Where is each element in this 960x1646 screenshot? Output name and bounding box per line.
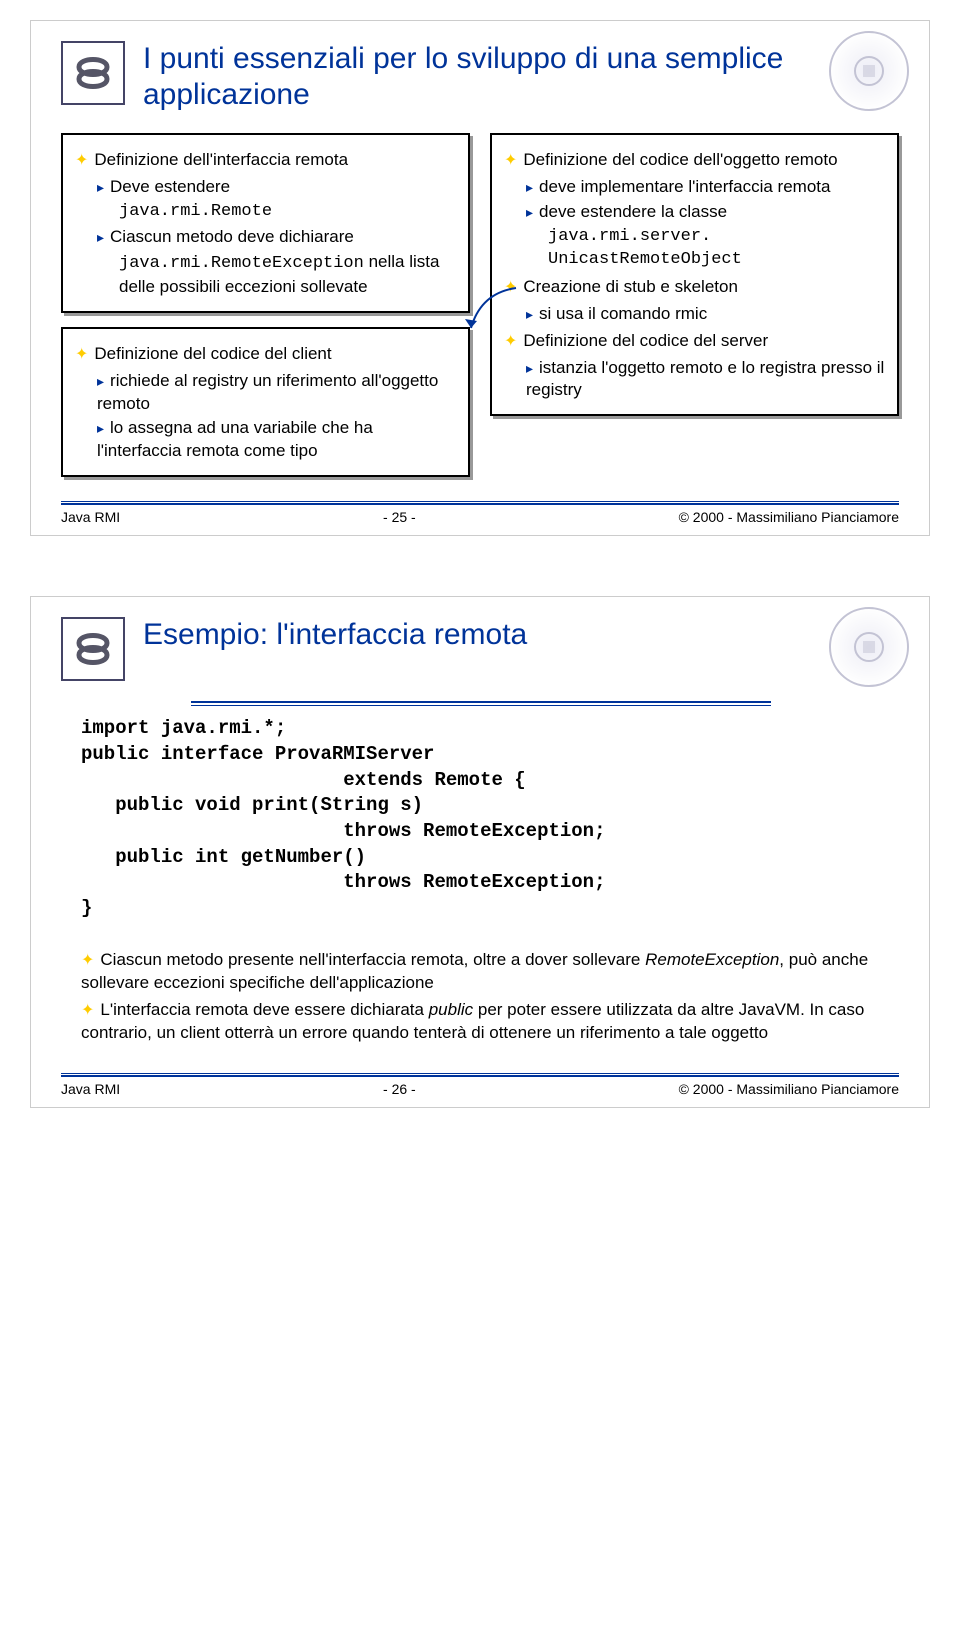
item: ▸istanzia l'oggetto remoto e lo registra… <box>526 357 885 403</box>
footer-center: - 25 - <box>383 509 416 525</box>
rule <box>191 701 771 703</box>
slide-title: Esempio: l'interfaccia remota <box>143 617 899 653</box>
star-icon: ✦ <box>81 1002 94 1019</box>
star-icon: ✦ <box>81 952 94 969</box>
text: Definizione dell'interfaccia remota <box>94 150 348 169</box>
text: deve estendere la classe <box>539 202 727 221</box>
text: Definizione del codice dell'oggetto remo… <box>523 150 837 169</box>
slide-title: I punti essenziali per lo sviluppo di un… <box>143 41 899 113</box>
text: Creazione di stub e skeleton <box>523 277 738 296</box>
arrow-icon: ▸ <box>97 373 104 389</box>
text: lo assegna ad una variabile che ha l'int… <box>97 418 373 460</box>
text: richiede al registry un riferimento all'… <box>97 371 438 413</box>
item: ▸lo assegna ad una variabile che ha l'in… <box>97 417 456 463</box>
arrow-icon: ▸ <box>97 420 104 436</box>
text: deve implementare l'interfaccia remota <box>539 177 830 196</box>
item: ▸richiede al registry un riferimento all… <box>97 370 456 416</box>
slide-2: Esempio: l'interfaccia remota import jav… <box>30 596 930 1108</box>
box-client-def: ✦Definizione del codice del client ▸rich… <box>61 327 470 478</box>
code-block: import java.rmi.*; public interface Prov… <box>81 716 899 921</box>
arrow-icon: ▸ <box>97 179 104 195</box>
arrow-icon: ▸ <box>526 179 533 195</box>
item: ▸ si usa il comando rmic <box>526 303 885 326</box>
footer-right: © 2000 - Massimiliano Pianciamore <box>679 509 899 525</box>
slide-footer: Java RMI - 26 - © 2000 - Massimiliano Pi… <box>61 1075 899 1097</box>
code: java.rmi.Remote <box>119 201 456 224</box>
slide-header: Esempio: l'interfaccia remota <box>61 617 899 681</box>
right-column: ✦ Definizione del codice dell'oggetto rem… <box>490 133 899 491</box>
star-icon: ✦ <box>504 152 517 169</box>
text: istanzia l'oggetto remoto e lo registra … <box>526 358 884 400</box>
text: Definizione del codice del client <box>94 344 331 363</box>
bullet-item: ✦ L'interfaccia remota deve essere dichia… <box>81 999 879 1045</box>
item: ▸ Deve estendere <box>97 176 456 199</box>
arrow-icon: ▸ <box>526 204 533 220</box>
seal-icon <box>829 607 909 687</box>
footer-left: Java RMI <box>61 1081 120 1097</box>
item: java.rmi.RemoteException nella lista del… <box>119 251 456 299</box>
seal-icon <box>829 31 909 111</box>
heading: ✦ Definizione dell'interfaccia remota <box>75 149 456 172</box>
footer-left: Java RMI <box>61 509 120 525</box>
code: java.rmi.RemoteException <box>119 254 364 273</box>
star-icon: ✦ <box>75 346 88 363</box>
box-remote-obj: ✦ Definizione del codice dell'oggetto rem… <box>490 133 899 416</box>
text-italic: public <box>429 1000 473 1019</box>
bullet-item: ✦ Ciascun metodo presente nell'interfacci… <box>81 949 879 995</box>
content-columns: ✦ Definizione dell'interfaccia remota ▸ De… <box>61 133 899 491</box>
left-column: ✦ Definizione dell'interfaccia remota ▸ De… <box>61 133 470 491</box>
heading: ✦Creazione di stub e skeleton <box>504 276 885 299</box>
text: Definizione del codice del server <box>523 331 768 350</box>
item: ▸ deve implementare l'interfaccia remota <box>526 176 885 199</box>
text-italic: RemoteException <box>645 950 779 969</box>
item: ▸ Ciascun metodo deve dichiarare <box>97 226 456 249</box>
slide-header: I punti essenziali per lo sviluppo di un… <box>61 41 899 113</box>
logo-icon <box>61 41 125 105</box>
box-interface-def: ✦ Definizione dell'interfaccia remota ▸ De… <box>61 133 470 313</box>
slide-content: import java.rmi.*; public interface Prov… <box>61 716 899 1045</box>
heading: ✦ Definizione del codice del client <box>75 343 456 366</box>
connector-arrow-icon <box>461 283 521 343</box>
item: ▸ deve estendere la classe <box>526 201 885 224</box>
slide-1: I punti essenziali per lo sviluppo di un… <box>30 20 930 536</box>
logo-icon <box>61 617 125 681</box>
heading: ✦ Definizione del codice dell'oggetto rem… <box>504 149 885 172</box>
heading: ✦Definizione del codice del server <box>504 330 885 353</box>
arrow-icon: ▸ <box>526 360 533 376</box>
slide-footer: Java RMI - 25 - © 2000 - Massimiliano Pi… <box>61 503 899 525</box>
arrow-icon: ▸ <box>526 306 533 322</box>
text: L'interfaccia remota deve essere dichiar… <box>100 1000 428 1019</box>
code: java.rmi.server. UnicastRemoteObject <box>548 226 885 272</box>
arrow-icon: ▸ <box>97 229 104 245</box>
star-icon: ✦ <box>75 152 88 169</box>
bullet-list: ✦ Ciascun metodo presente nell'interfacci… <box>81 949 879 1045</box>
footer-center: - 26 - <box>383 1081 416 1097</box>
rule <box>191 705 771 706</box>
text: Deve estendere <box>110 177 230 196</box>
text: Ciascun metodo deve dichiarare <box>110 227 354 246</box>
text: Ciascun metodo presente nell'interfaccia… <box>100 950 645 969</box>
footer-right: © 2000 - Massimiliano Pianciamore <box>679 1081 899 1097</box>
text: si usa il comando rmic <box>539 304 707 323</box>
